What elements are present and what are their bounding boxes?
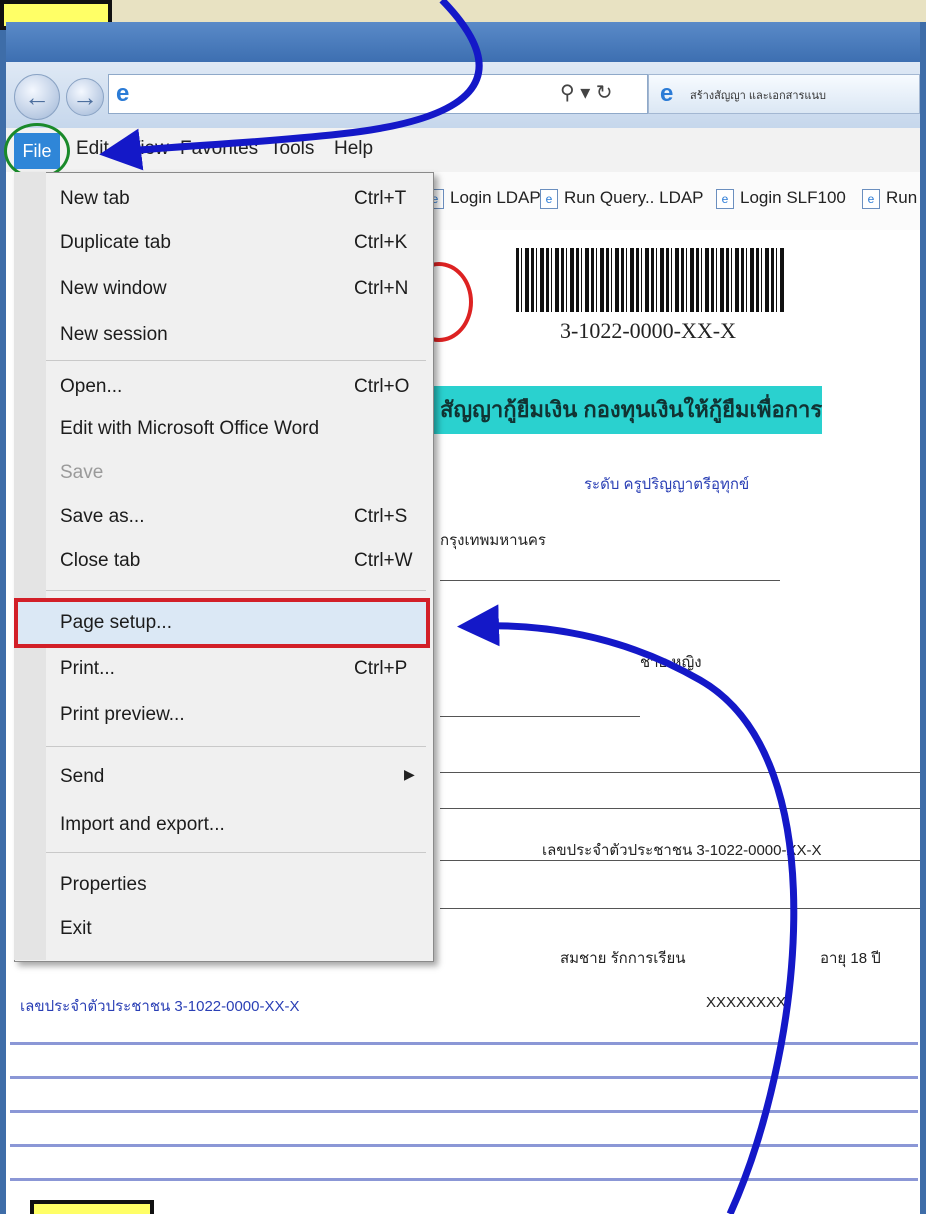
step-callout-box [30,1200,154,1214]
annotation-arrows [99,0,798,1214]
arrow-to-file-menu [99,0,483,171]
arrow-to-page-setup [457,604,798,1214]
